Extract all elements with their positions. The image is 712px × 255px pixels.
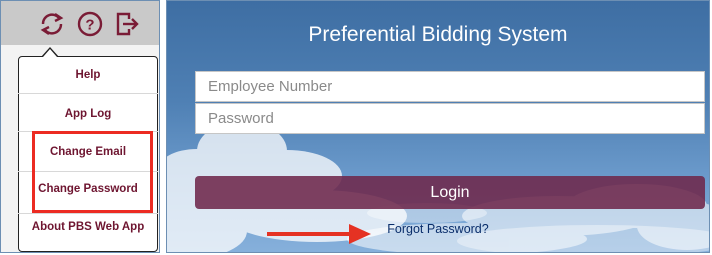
menu-item-about[interactable]: About PBS Web App [18,221,158,233]
forgot-password-link[interactable]: Forgot Password? [167,222,709,236]
toolbar: ? [1,1,159,45]
password-input[interactable] [195,103,705,134]
menu-panel: ? Help App Log Change Email Change Passw… [0,0,160,253]
highlight-box [32,131,153,213]
menu-divider [18,93,158,94]
svg-text:?: ? [85,17,94,34]
login-panel: Preferential Bidding System Login Forgot… [166,0,710,253]
refresh-icon[interactable] [37,9,67,39]
menu-item-app-log[interactable]: App Log [18,108,158,120]
menu-divider [18,213,158,214]
help-icon[interactable]: ? [75,9,105,39]
logout-icon[interactable] [111,9,141,39]
menu-caret-fill [43,49,57,57]
employee-number-input[interactable] [195,71,705,102]
login-button[interactable]: Login [195,176,705,209]
menu-item-help[interactable]: Help [18,69,158,81]
screenshot-composite: ? Help App Log Change Email Change Passw… [0,0,712,255]
app-title: Preferential Bidding System [308,23,568,46]
